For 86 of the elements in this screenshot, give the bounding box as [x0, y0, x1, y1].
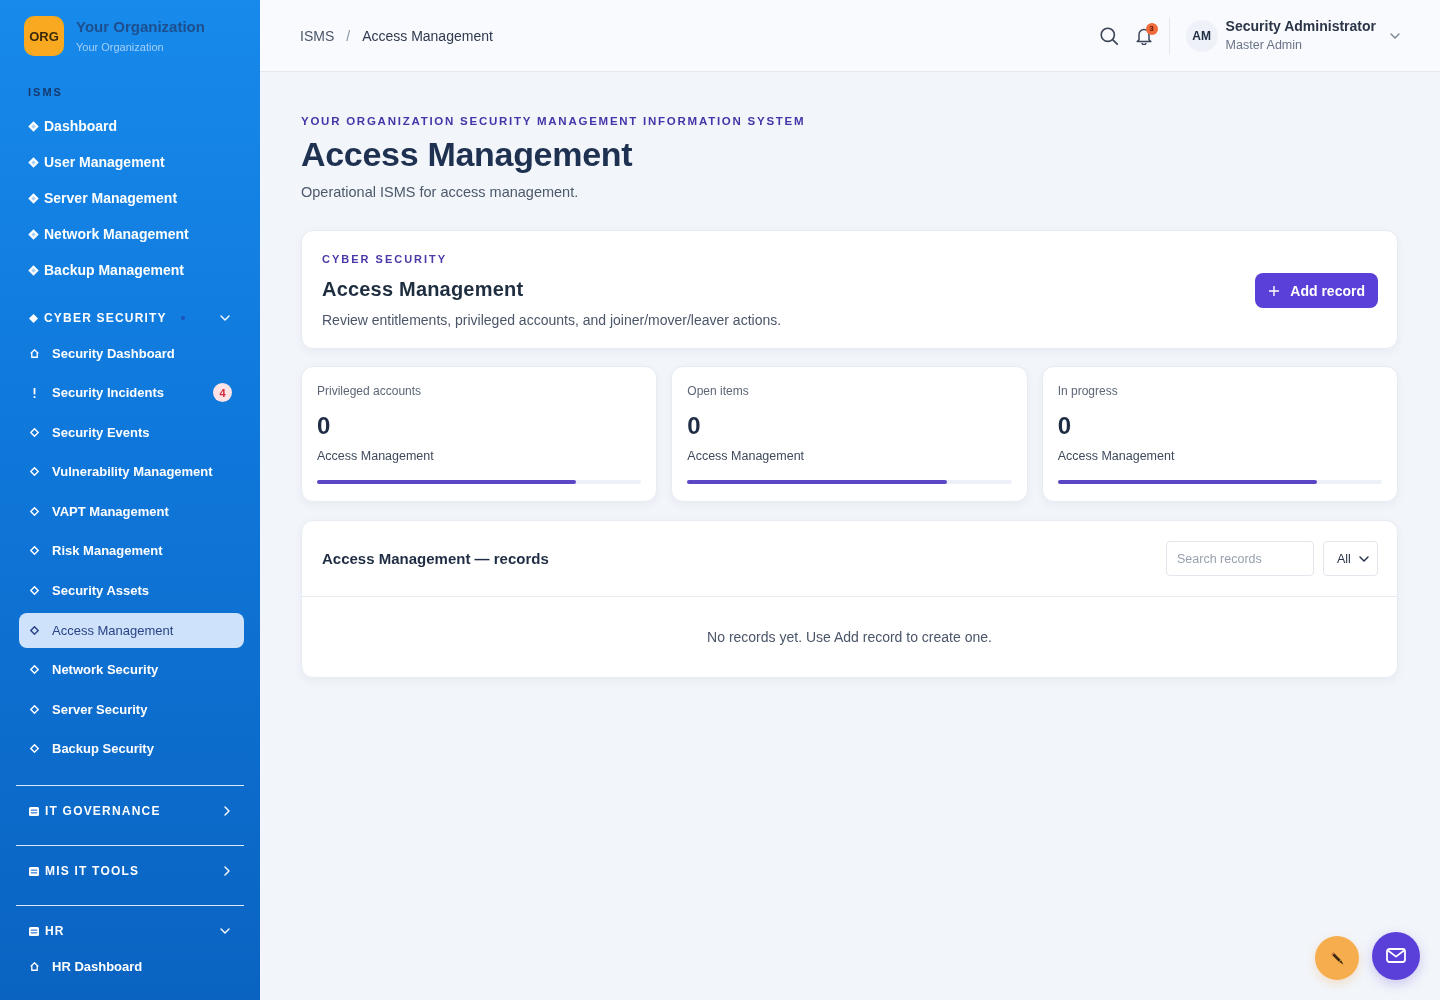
- diamond-icon: [29, 467, 39, 477]
- chevron-down-icon: [1359, 555, 1369, 562]
- nav-item[interactable]: Dashboard: [16, 108, 244, 144]
- user-avatar: AM: [1185, 19, 1218, 52]
- diamond-icon: [28, 228, 39, 240]
- nav-item[interactable]: VAPT Management: [19, 493, 244, 529]
- nav-item[interactable]: Vulnerability Management: [19, 454, 244, 490]
- nav-item[interactable]: Network Management: [16, 216, 244, 252]
- section-toggle[interactable]: IT GOVERNANCE: [16, 796, 244, 827]
- list-icon: [29, 806, 39, 816]
- add-record-button[interactable]: Add record: [1255, 273, 1378, 308]
- search-icon: [1099, 26, 1118, 45]
- nav-item[interactable]: Server Management: [16, 180, 244, 216]
- section-toggle[interactable]: MIS IT TOOLS: [16, 856, 244, 887]
- stat-label: In progress: [1057, 383, 1119, 399]
- diamond-icon: [28, 120, 39, 132]
- diamond-icon: [28, 264, 39, 276]
- diamond-icon: [29, 586, 39, 596]
- mail-button[interactable]: [1372, 931, 1420, 980]
- section-label: ISMS: [27, 85, 64, 100]
- mail-icon: [1386, 948, 1406, 963]
- diamond-icon: [29, 704, 39, 714]
- stat-label: Privileged accounts: [317, 383, 423, 399]
- card-description: Review entitlements, privileged accounts, and joiner/mover/leaver actions.: [322, 311, 782, 330]
- section-toggle[interactable]: CYBER SECURITY: [16, 303, 244, 333]
- diamond-icon: [29, 546, 39, 556]
- breadcrumb-separator: /: [346, 27, 351, 44]
- stat-caption: Access Management: [687, 448, 806, 464]
- edit-button[interactable]: [1315, 936, 1359, 980]
- page-subtitle: Operational ISMS for access management.: [301, 183, 580, 202]
- stat-value: 0: [1057, 412, 1072, 440]
- stat-label: Open items: [687, 383, 750, 399]
- stat-caption: Access Management: [1057, 448, 1176, 464]
- pencil-icon: [1330, 951, 1344, 965]
- notifications-button[interactable]: 3: [1132, 24, 1155, 47]
- nav-item[interactable]: Backup Management: [16, 252, 244, 288]
- stat-caption: Access Management: [317, 448, 435, 464]
- card-eyebrow: CYBER SECURITY: [322, 252, 449, 267]
- nav-item[interactable]: Network Security: [19, 652, 244, 688]
- exclamation-icon: [32, 387, 36, 398]
- nav-item[interactable]: Server Security: [19, 691, 244, 727]
- list-icon: [29, 866, 39, 876]
- user-name: Security Administrator: [1225, 18, 1376, 35]
- diamond-icon: [29, 625, 39, 635]
- house-icon: [29, 961, 39, 971]
- house-icon: [29, 348, 39, 358]
- stat-value: 0: [317, 412, 332, 440]
- nav-item[interactable]: User Management: [16, 144, 244, 180]
- nav-item[interactable]: HR Dashboard: [19, 948, 244, 984]
- records-title: Access Management — records: [322, 550, 549, 567]
- nav-item[interactable]: Risk Management: [19, 533, 244, 569]
- diamond-icon: [29, 313, 38, 323]
- nav-item[interactable]: Security Dashboard: [19, 335, 244, 371]
- nav-item[interactable]: Security Events: [19, 414, 244, 450]
- page-eyebrow: YOUR ORGANIZATION SECURITY MANAGEMENT INFORMATION SYSTEM: [301, 114, 807, 129]
- diamond-icon: [28, 156, 39, 168]
- count-badge: 4: [213, 383, 232, 403]
- diamond-icon: [29, 506, 39, 516]
- diamond-icon: [29, 744, 39, 754]
- plus-icon: [1269, 285, 1280, 296]
- diamond-icon: [29, 665, 39, 675]
- section-toggle[interactable]: HR: [16, 916, 244, 947]
- breadcrumb-link[interactable]: ISMS: [300, 27, 335, 44]
- org-name: Your Organization: [76, 18, 205, 36]
- chevron-down-icon[interactable]: [1390, 32, 1400, 39]
- search-button[interactable]: [1097, 24, 1120, 47]
- breadcrumb-current: Access Management: [362, 27, 493, 44]
- nav-item[interactable]: Security Incidents 4: [19, 375, 244, 411]
- nav-item[interactable]: Access Management: [19, 612, 244, 648]
- page-title: Access Management: [301, 134, 634, 174]
- list-icon: [29, 926, 39, 936]
- stat-value: 0: [687, 412, 702, 440]
- nav-item[interactable]: Security Assets: [19, 573, 244, 609]
- diamond-icon: [28, 192, 39, 204]
- user-role: Master Admin: [1225, 38, 1303, 53]
- dot-icon: [180, 316, 185, 320]
- notification-badge: 3: [1145, 22, 1158, 35]
- search-field[interactable]: Search records: [1166, 541, 1314, 576]
- filter-select[interactable]: All: [1323, 541, 1378, 576]
- bell-icon: [1135, 26, 1152, 45]
- card-title: Access Management: [322, 277, 525, 302]
- nav-item[interactable]: Backup Security: [19, 731, 244, 767]
- org-logo: ORG: [24, 16, 64, 56]
- diamond-icon: [29, 427, 39, 437]
- org-subtitle: Your Organization: [76, 40, 165, 54]
- empty-message: No records yet. Use Add record to create one.: [707, 629, 992, 645]
